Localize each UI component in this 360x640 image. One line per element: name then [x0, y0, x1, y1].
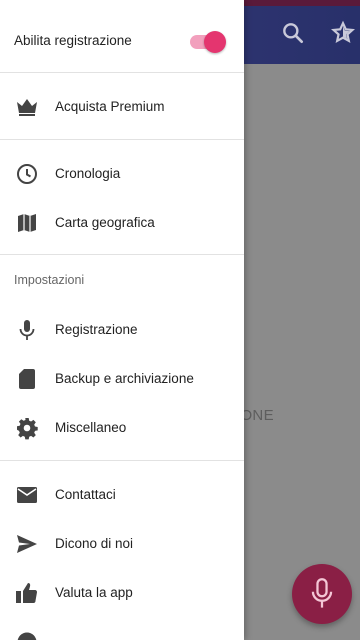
microphone-icon — [14, 318, 40, 342]
menu-item-label: Acquista Premium — [55, 99, 165, 114]
menu-item-label: Dicono di noi — [55, 536, 134, 551]
menu-item-misc[interactable]: Miscellaneo — [0, 404, 244, 452]
menu-item-testimonials[interactable]: Dicono di noi — [0, 520, 244, 568]
info-icon — [14, 630, 40, 640]
divider — [0, 139, 244, 140]
menu-item-label: Contattaci — [55, 487, 116, 502]
microphone-icon — [311, 578, 333, 608]
enable-recording-toggle[interactable] — [190, 30, 226, 53]
menu-item-label: Registrazione — [55, 322, 138, 337]
menu-item-premium[interactable]: Acquista Premium — [0, 83, 244, 131]
star-icon[interactable] — [330, 20, 356, 46]
mail-icon — [14, 483, 40, 507]
toggle-thumb — [204, 31, 226, 53]
menu-item-contact[interactable]: Contattaci — [0, 471, 244, 519]
send-icon — [14, 532, 40, 556]
record-fab[interactable] — [292, 564, 352, 624]
menu-item-recording[interactable]: Registrazione — [0, 306, 244, 354]
divider — [0, 460, 244, 461]
menu-item-label: Cronologia — [55, 166, 121, 181]
divider — [0, 72, 244, 73]
menu-item-label: Carta geografica — [55, 215, 155, 230]
search-icon[interactable] — [280, 20, 306, 46]
menu-item-label: Backup e archiviazione — [55, 371, 194, 386]
menu-item-map[interactable]: Carta geografica — [0, 199, 244, 247]
map-icon — [14, 211, 40, 235]
settings-section-header: Impostazioni — [14, 273, 85, 287]
enable-recording-row[interactable]: Abilita registrazione — [0, 0, 244, 78]
clock-icon — [14, 162, 40, 186]
menu-item-label: Valuta la app — [55, 585, 133, 600]
menu-item-rate[interactable]: Valuta la app — [0, 569, 244, 617]
divider — [0, 254, 244, 255]
menu-item-more[interactable] — [0, 618, 244, 640]
enable-recording-label: Abilita registrazione — [14, 33, 132, 48]
menu-item-backup[interactable]: Backup e archiviazione — [0, 355, 244, 403]
menu-item-label: Miscellaneo — [55, 420, 127, 435]
sd-card-icon — [14, 367, 40, 391]
navigation-drawer: Abilita registrazione Acquista Premium C… — [0, 0, 244, 640]
gear-icon — [14, 416, 40, 440]
thumbs-up-icon — [14, 581, 40, 605]
menu-item-history[interactable]: Cronologia — [0, 150, 244, 198]
crown-icon — [14, 95, 40, 119]
